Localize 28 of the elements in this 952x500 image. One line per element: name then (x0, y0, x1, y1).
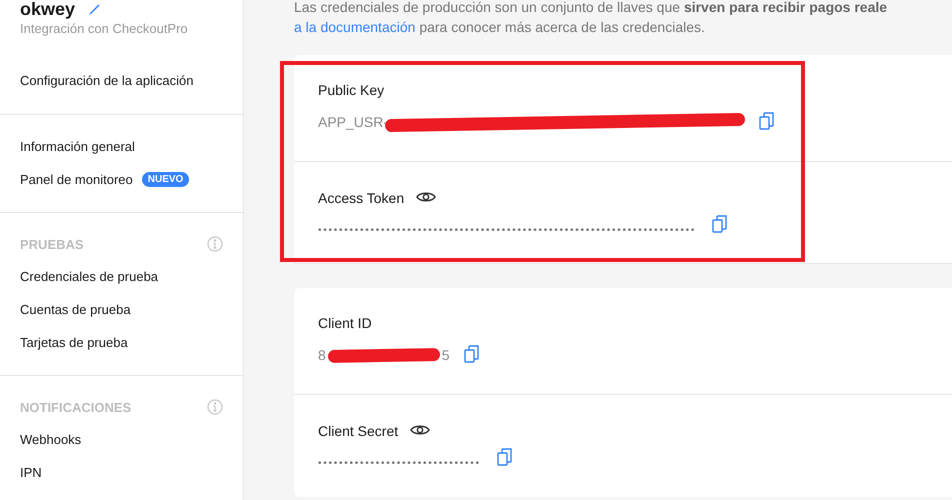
new-badge: NUEVO (142, 172, 190, 187)
key-value: APP_USR- (318, 114, 388, 130)
section-heading: PRUEBAS (20, 236, 84, 252)
masked-value: •••••••••••••••••••••••••••••••••••••••••••••••••••••••••••••••••••••••• (318, 224, 696, 236)
copy-icon[interactable] (464, 344, 480, 366)
intro-text: para conocer más acerca de las credenciales. (419, 19, 705, 35)
copy-icon[interactable] (496, 448, 513, 468)
app-subtitle: Integración con CheckoutPro (20, 21, 189, 36)
section-heading: NOTIFICACIONES (20, 400, 132, 414)
intro-text: Las credenciales de producción son un conjunto de llaves que sirven para recibir pagos reale (294, 0, 888, 17)
sidebar-item[interactable]: Tarjetas de prueba (20, 335, 128, 350)
sidebar-item[interactable]: Información general (20, 139, 135, 154)
sidebar-item[interactable]: Credenciales de prueba (20, 269, 158, 284)
sidebar-item[interactable]: Webhooks (20, 432, 82, 447)
sidebar-item[interactable]: Cuentas de prueba (20, 302, 131, 317)
copy-icon[interactable] (712, 214, 728, 236)
field-label: Client Secret (318, 423, 398, 439)
key-value: 5 (442, 347, 450, 363)
masked-value: ••••••••••••••••••••••••••••••• (318, 458, 481, 468)
copy-icon[interactable] (759, 112, 776, 132)
field-label: Client ID (318, 315, 372, 331)
sidebar-item[interactable]: IPN (20, 465, 42, 480)
field-label: Access Token (318, 190, 404, 206)
field-label: Public Key (318, 82, 384, 98)
sidebar-item[interactable]: Panel de monitoreo (20, 172, 133, 187)
sidebar-item[interactable]: Configuración de la aplicación (20, 73, 194, 88)
key-value: 8 (318, 347, 326, 363)
app-name: okwey (20, 0, 76, 19)
